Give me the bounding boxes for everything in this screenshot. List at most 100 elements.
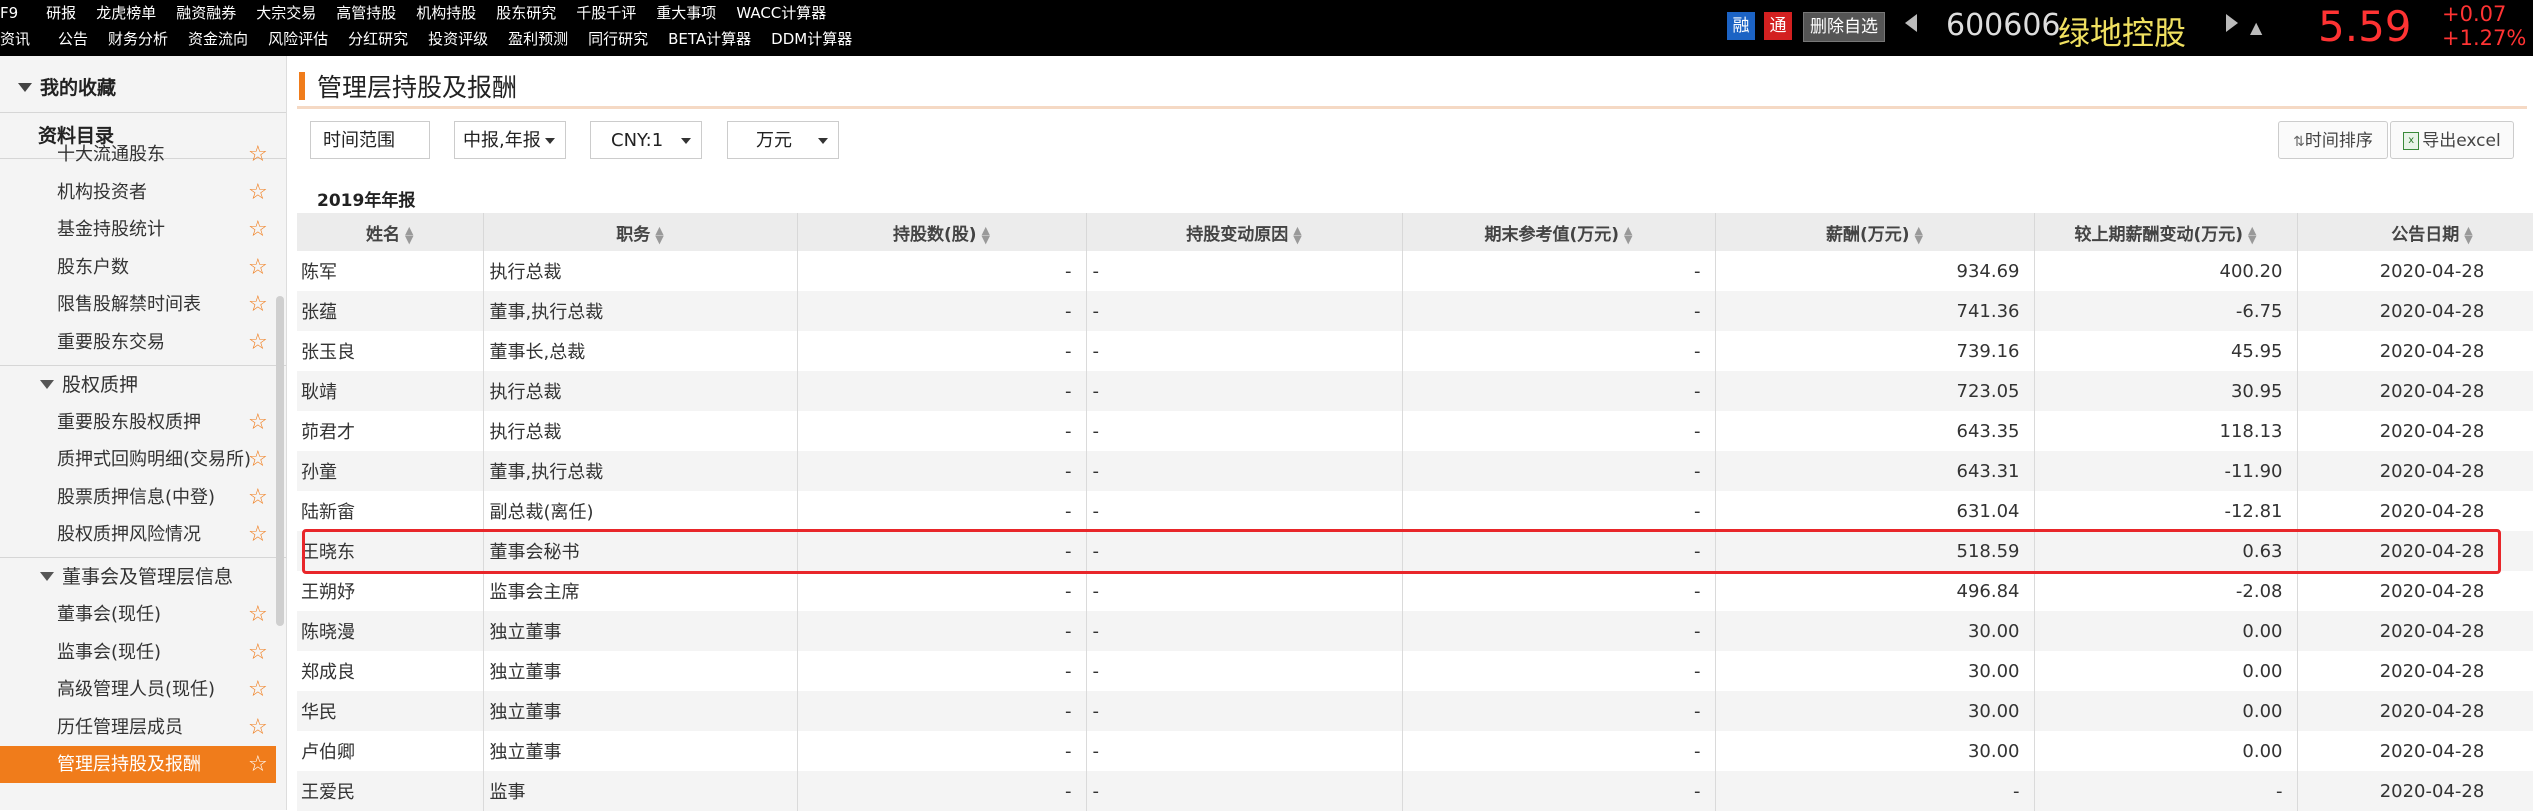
- star-outline-icon[interactable]: ☆: [248, 596, 268, 633]
- nav-link[interactable]: 重大事项: [656, 0, 716, 26]
- time-sort-button[interactable]: ⇅时间排序: [2278, 121, 2388, 159]
- star-outline-icon[interactable]: ☆: [248, 136, 268, 173]
- column-header[interactable]: 职务 ▲ ▼: [483, 213, 798, 251]
- nav-link[interactable]: 公告: [58, 26, 88, 52]
- sort-updown-icon[interactable]: ▲ ▼: [2248, 225, 2256, 245]
- sort-updown-icon[interactable]: ▲ ▼: [982, 225, 990, 245]
- star-outline-icon[interactable]: ☆: [248, 324, 268, 361]
- star-outline-icon[interactable]: ☆: [248, 404, 268, 441]
- sort-updown-icon[interactable]: ▲ ▼: [405, 225, 413, 245]
- nav-link[interactable]: 盈利预测: [508, 26, 568, 52]
- nav-link[interactable]: 分红研究: [348, 26, 408, 52]
- sidebar-item[interactable]: 股东户数 ☆: [0, 249, 276, 286]
- nav-link[interactable]: 股东研究: [496, 0, 556, 26]
- table-row[interactable]: 孙童 董事,执行总裁 - - -643.31 -11.90 2020-04-28: [297, 451, 2533, 491]
- nav-link[interactable]: 大宗交易: [256, 0, 316, 26]
- sidebar-item[interactable]: 限售股解禁时间表 ☆: [0, 286, 276, 323]
- star-outline-icon[interactable]: ☆: [248, 479, 268, 516]
- favorites-header[interactable]: 我的收藏: [0, 66, 286, 110]
- star-outline-icon[interactable]: ☆: [248, 671, 268, 708]
- nav-link[interactable]: 资金流向: [188, 26, 248, 52]
- margin-badge[interactable]: 融: [1727, 12, 1755, 40]
- sort-updown-icon[interactable]: ▲ ▼: [2464, 225, 2472, 245]
- nav-link[interactable]: F9: [0, 0, 18, 26]
- connect-badge[interactable]: 通: [1764, 12, 1792, 40]
- column-header[interactable]: 较上期薪酬变动(万元) ▲ ▼: [2034, 213, 2298, 251]
- table-row[interactable]: 郑成良 独立董事 - - -30.00 0.00 2020-04-28: [297, 651, 2533, 691]
- sidebar-item[interactable]: 股权质押风险情况 ☆: [0, 516, 276, 553]
- sidebar-item[interactable]: 高级管理人员(现任) ☆: [0, 671, 276, 708]
- star-outline-icon[interactable]: ☆: [248, 441, 268, 478]
- alert-bell-icon[interactable]: ▲: [2250, 18, 2262, 37]
- star-outline-icon[interactable]: ☆: [248, 211, 268, 248]
- column-header[interactable]: 持股数(股) ▲ ▼: [797, 213, 1087, 251]
- nav-link[interactable]: BETA计算器: [668, 26, 751, 52]
- sidebar-scrollbar[interactable]: [276, 296, 284, 626]
- table-row[interactable]: 陈晓漫 独立董事 - - -30.00 0.00 2020-04-28: [297, 611, 2533, 651]
- nav-link[interactable]: 财务分析: [108, 26, 168, 52]
- star-outline-icon[interactable]: ☆: [248, 249, 268, 286]
- table-row[interactable]: 王爱民 监事 - - - - -2020-04-28: [297, 771, 2533, 811]
- table-row[interactable]: 华民 独立董事 - - -30.00 0.00 2020-04-28: [297, 691, 2533, 731]
- unit-select[interactable]: 万元: [727, 121, 839, 159]
- sort-updown-icon[interactable]: ▲ ▼: [1293, 225, 1301, 245]
- table-row[interactable]: 王晓东 董事会秘书 - - -518.59 0.63 2020-04-28: [297, 531, 2533, 571]
- column-header[interactable]: 持股变动原因 ▲ ▼: [1086, 213, 1403, 251]
- sidebar-item[interactable]: 历任管理层成员 ☆: [0, 709, 276, 746]
- nav-link[interactable]: DDM计算器: [771, 26, 852, 52]
- star-outline-icon[interactable]: ☆: [248, 709, 268, 746]
- table-row[interactable]: 张玉良 董事长,总裁 - - -739.16 45.95 2020-04-28: [297, 331, 2533, 371]
- column-header[interactable]: 期末参考值(万元) ▲ ▼: [1402, 213, 1716, 251]
- column-header[interactable]: 公告日期 ▲ ▼: [2297, 213, 2533, 251]
- export-excel-button[interactable]: x 导出excel: [2390, 121, 2514, 159]
- sidebar-item[interactable]: 机构投资者 ☆: [0, 174, 276, 211]
- nav-link[interactable]: 资讯: [0, 26, 30, 52]
- nav-link[interactable]: 机构持股: [416, 0, 476, 26]
- time-range-button[interactable]: 时间范围: [310, 121, 430, 159]
- sidebar-item[interactable]: 董事会(现任) ☆: [0, 596, 276, 633]
- sidebar-item[interactable]: 重要股东股权质押 ☆: [0, 404, 276, 441]
- nav-link[interactable]: 研报: [46, 0, 76, 26]
- sidebar-item[interactable]: 监事会(现任) ☆: [0, 634, 276, 671]
- nav-link[interactable]: 同行研究: [588, 26, 648, 52]
- table-row[interactable]: 陆新畲 副总裁(离任) - - -631.04 -12.81 2020-04-28: [297, 491, 2533, 531]
- table-row[interactable]: 茆君才 执行总裁 - - -643.35 118.13 2020-04-28: [297, 411, 2533, 451]
- remove-watchlist-button[interactable]: 删除自选: [1803, 12, 1885, 42]
- table-row[interactable]: 张蕴 董事,执行总裁 - - -741.36 -6.75 2020-04-28: [297, 291, 2533, 331]
- sort-updown-icon[interactable]: ▲ ▼: [1915, 225, 1923, 245]
- prev-stock-icon[interactable]: [1905, 14, 1917, 32]
- period-select[interactable]: 中报,年报: [454, 121, 566, 159]
- star-outline-icon[interactable]: ☆: [248, 746, 268, 783]
- column-header[interactable]: 姓名 ▲ ▼: [297, 213, 484, 251]
- next-stock-icon[interactable]: [2226, 14, 2238, 32]
- nav-link[interactable]: 融资融券: [176, 0, 236, 26]
- sort-updown-icon[interactable]: ▲ ▼: [655, 225, 663, 245]
- sidebar-item[interactable]: 重要股东交易 ☆: [0, 324, 276, 361]
- sidebar-item[interactable]: 基金持股统计 ☆: [0, 211, 276, 248]
- nav-link[interactable]: 风险评估: [268, 26, 328, 52]
- table-row[interactable]: 王朔妤 监事会主席 - - -496.84 -2.08 2020-04-28: [297, 571, 2533, 611]
- nav-link[interactable]: 投资评级: [428, 26, 488, 52]
- sidebar-item[interactable]: 管理层持股及报酬 ☆: [0, 746, 276, 784]
- nav-link[interactable]: 高管持股: [336, 0, 396, 26]
- nav-link[interactable]: 千股千评: [576, 0, 636, 26]
- star-outline-icon[interactable]: ☆: [248, 174, 268, 211]
- nav-link[interactable]: 龙虎榜单: [96, 0, 156, 26]
- sidebar-group[interactable]: 董事会及管理层信息: [0, 558, 276, 596]
- section-label: 2019年年报: [317, 191, 416, 211]
- currency-select[interactable]: CNY:1: [590, 121, 702, 159]
- table-row[interactable]: 卢伯卿 独立董事 - - -30.00 0.00 2020-04-28: [297, 731, 2533, 771]
- sort-updown-icon[interactable]: ▲ ▼: [1624, 225, 1632, 245]
- nav-link[interactable]: WACC计算器: [736, 0, 826, 26]
- sidebar-item[interactable]: 质押式回购明细(交易所) ☆: [0, 441, 276, 478]
- table-row[interactable]: 耿靖 执行总裁 - - -723.05 30.95 2020-04-28: [297, 371, 2533, 411]
- sidebar-item[interactable]: 十大流通股东 ☆: [0, 136, 276, 173]
- column-header[interactable]: 薪酬(万元) ▲ ▼: [1715, 213, 2035, 251]
- star-outline-icon[interactable]: ☆: [248, 634, 268, 671]
- table-row[interactable]: 陈军 执行总裁 - - -934.69 400.20 2020-04-28: [297, 251, 2533, 291]
- main-panel: 管理层持股及报酬 时间范围 中报,年报 CNY:1 万元 ⇅时间排序 x 导出ex…: [297, 56, 2533, 811]
- sidebar-group[interactable]: 股权质押: [0, 366, 276, 404]
- sidebar-item[interactable]: 股票质押信息(中登) ☆: [0, 479, 276, 516]
- star-outline-icon[interactable]: ☆: [248, 286, 268, 323]
- star-outline-icon[interactable]: ☆: [248, 516, 268, 553]
